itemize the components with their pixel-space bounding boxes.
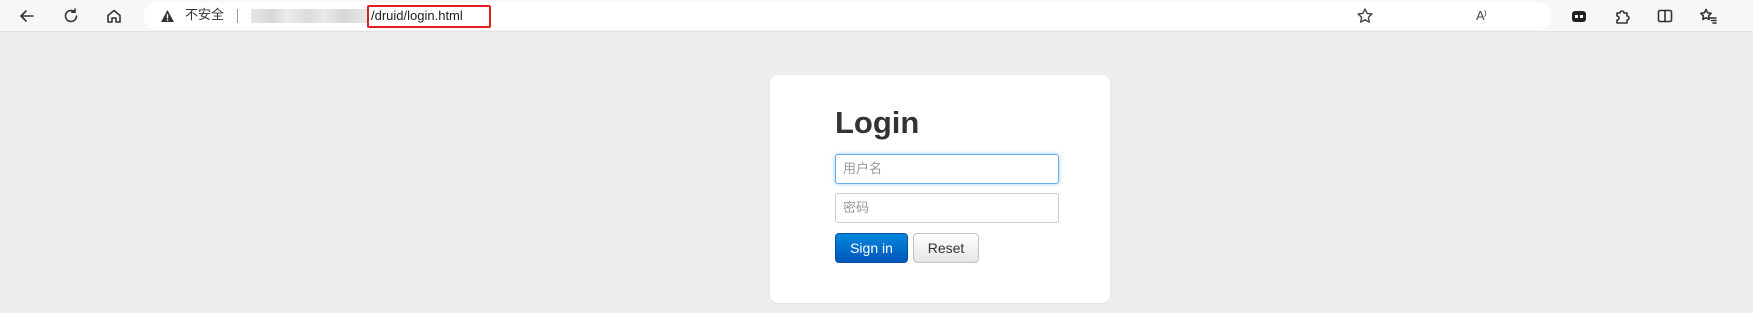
favorite-button[interactable] xyxy=(1356,7,1374,25)
login-card: Login Sign in Reset xyxy=(770,75,1110,303)
extensions-button[interactable] xyxy=(1609,3,1635,29)
warning-icon xyxy=(161,10,174,22)
home-icon xyxy=(107,9,121,23)
split-screen-icon xyxy=(1657,9,1673,23)
back-icon xyxy=(20,10,34,22)
back-button[interactable] xyxy=(14,3,40,29)
blurred-hostname xyxy=(251,9,369,23)
refresh-icon xyxy=(64,8,78,23)
username-input[interactable] xyxy=(835,154,1059,184)
url-path[interactable]: /druid/login.html xyxy=(371,8,463,24)
home-button[interactable] xyxy=(101,3,127,29)
address-bar[interactable]: 不安全 /druid/login.html A⁾ xyxy=(143,2,1551,30)
login-title: Login xyxy=(835,105,920,140)
security-label[interactable]: 不安全 xyxy=(185,8,224,24)
favorites-button[interactable] xyxy=(1695,3,1721,29)
browser-toolbar: 不安全 /druid/login.html A⁾ xyxy=(0,0,1753,32)
favorite-star-icon xyxy=(1357,8,1373,23)
address-separator xyxy=(237,9,238,23)
read-aloud-icon[interactable]: A⁾ xyxy=(1476,8,1487,24)
sign-in-button[interactable]: Sign in xyxy=(835,233,908,263)
extension-badge-button[interactable] xyxy=(1566,3,1592,29)
favorites-icon xyxy=(1700,8,1717,24)
password-input[interactable] xyxy=(835,193,1059,223)
reset-button[interactable]: Reset xyxy=(913,233,979,263)
split-screen-button[interactable] xyxy=(1652,3,1678,29)
extension-badge-icon xyxy=(1572,11,1586,22)
refresh-button[interactable] xyxy=(58,3,84,29)
extensions-puzzle-icon xyxy=(1616,10,1630,24)
